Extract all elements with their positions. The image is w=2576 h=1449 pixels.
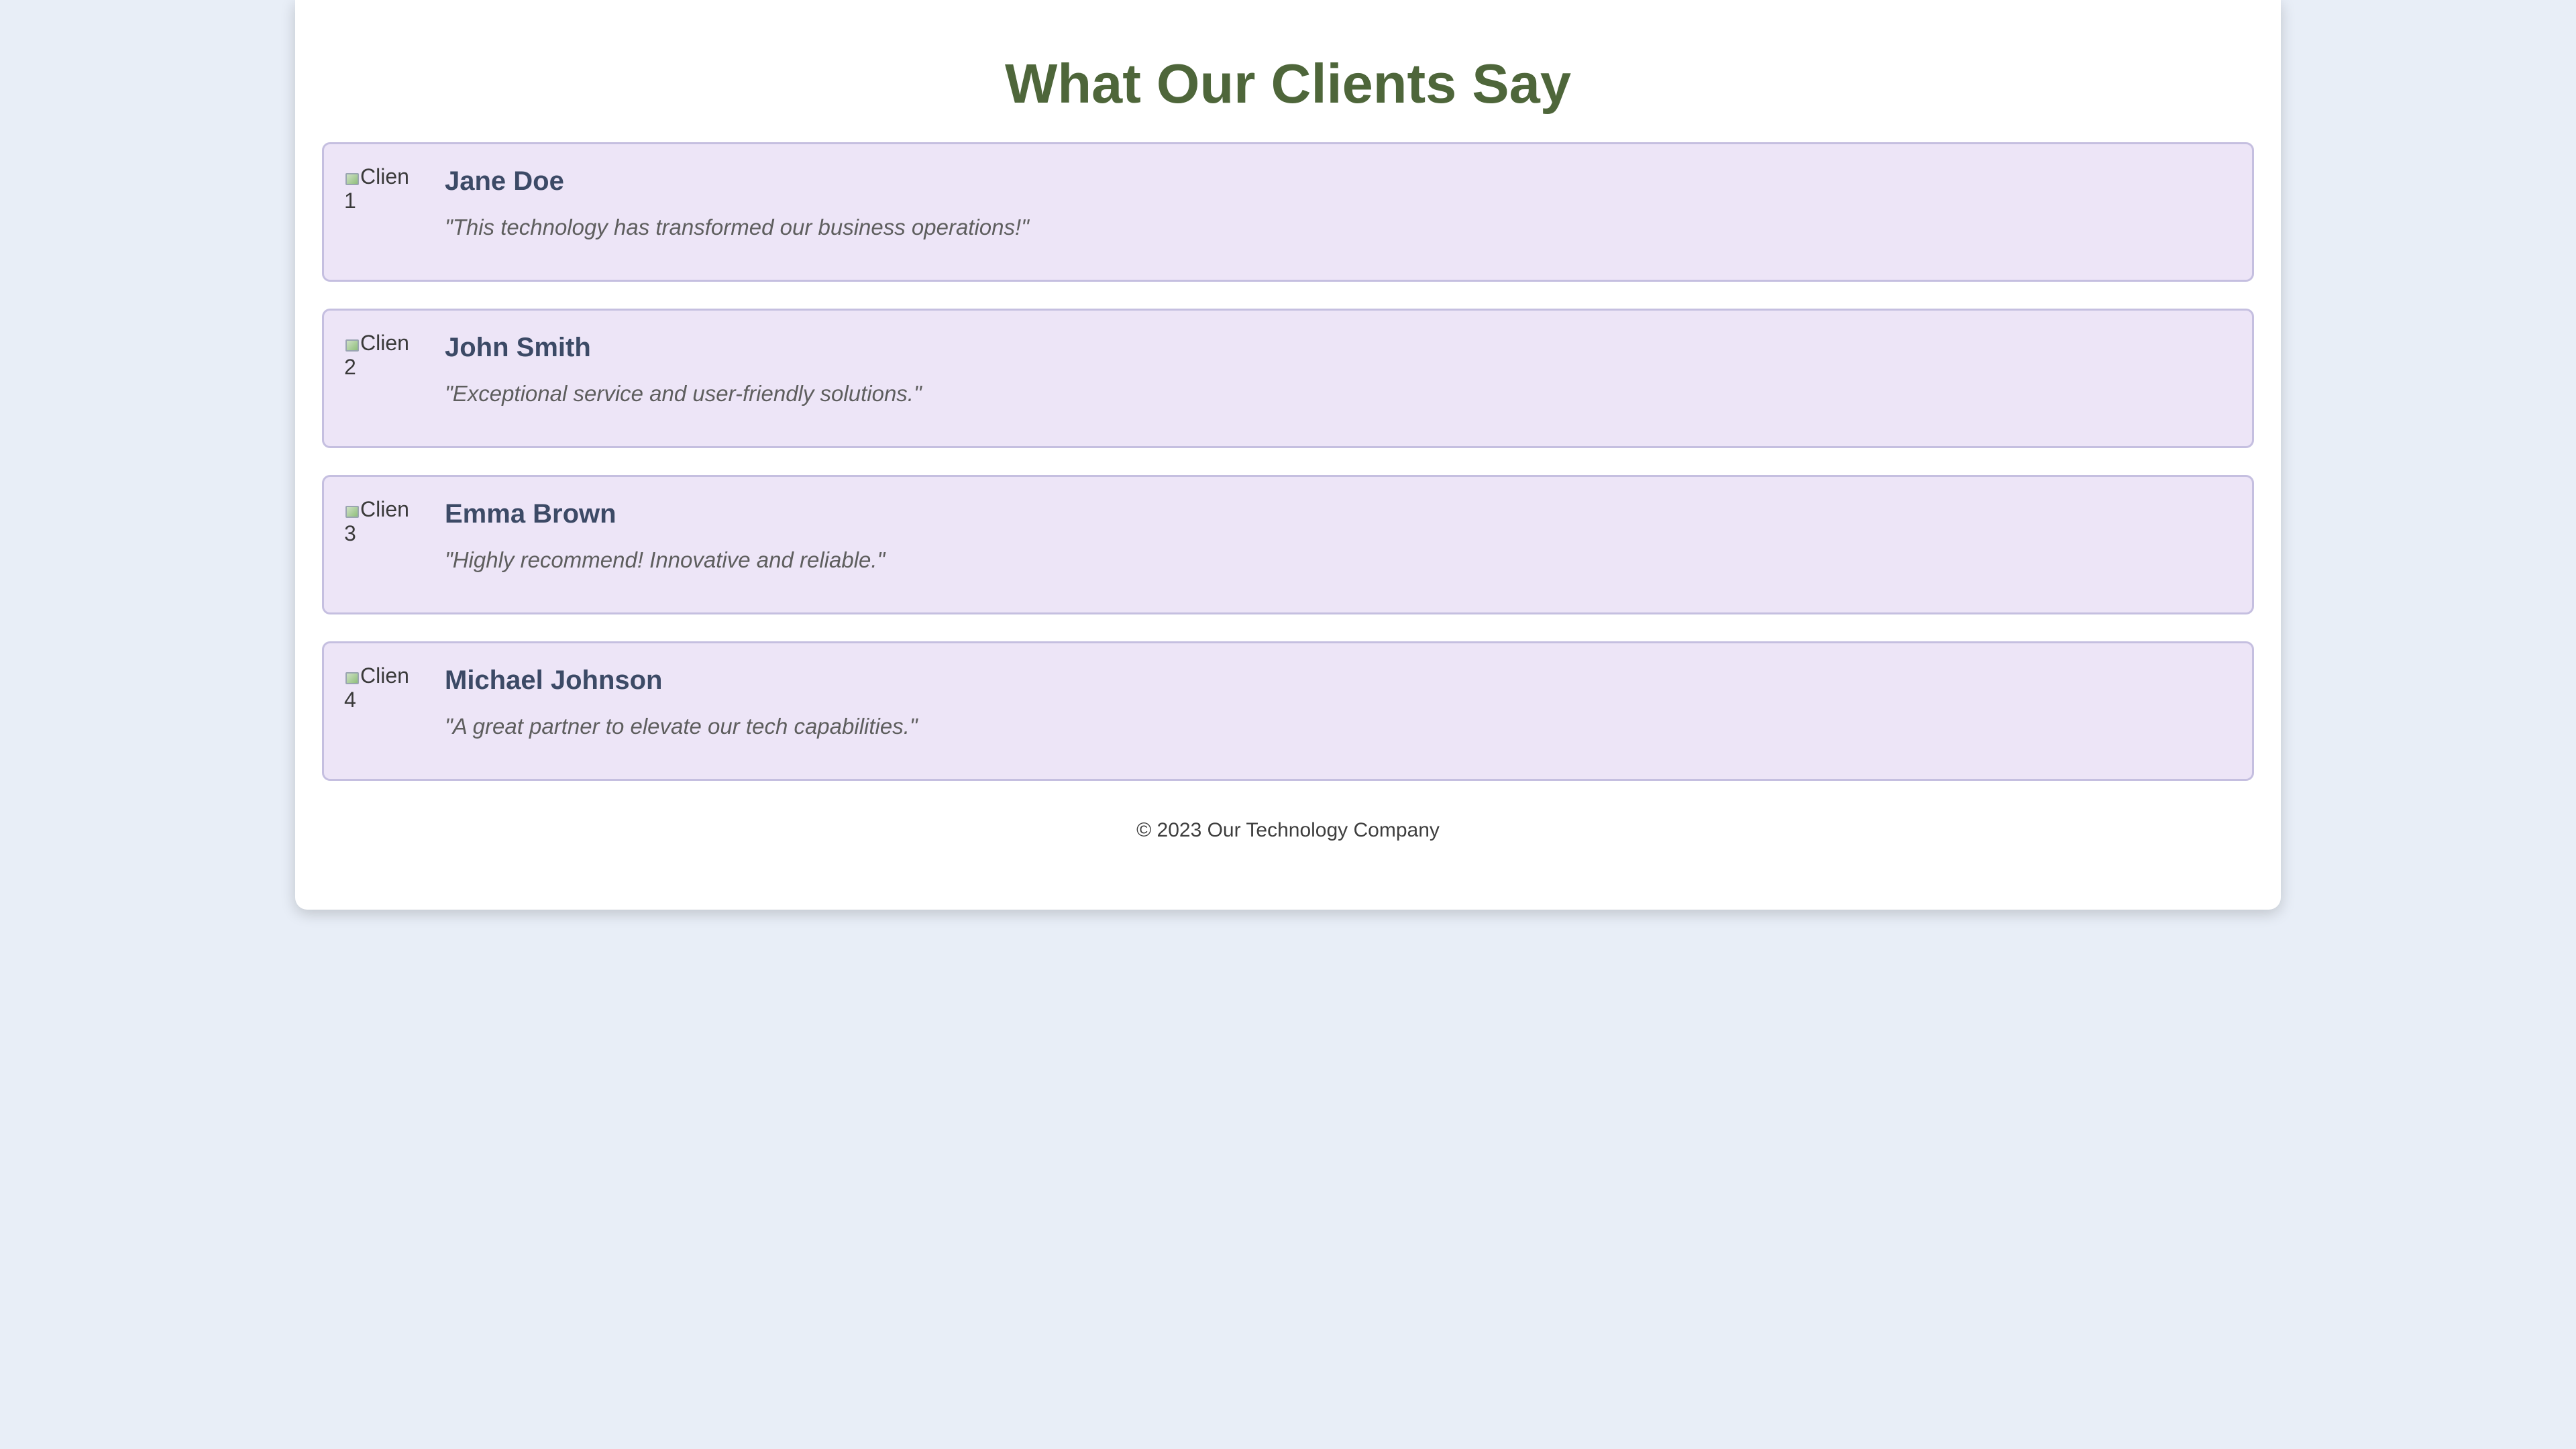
avatar-alt-number: 4 xyxy=(344,688,356,712)
client-name: Jane Doe xyxy=(445,166,564,196)
client-avatar: Clien 1 xyxy=(344,164,425,225)
avatar-alt-number: 2 xyxy=(344,355,356,379)
page-title: What Our Clients Say xyxy=(1005,52,1571,115)
client-avatar: Clien 2 xyxy=(344,331,425,391)
broken-image-icon xyxy=(344,338,359,352)
testimonial-card: Clien 3 Emma Brown "Highly recommend! In… xyxy=(322,475,2254,614)
avatar-alt-text: Clien xyxy=(360,663,409,688)
client-name: John Smith xyxy=(445,333,591,362)
testimonials-panel: What Our Clients Say Clien 1 Jane Doe "T… xyxy=(295,0,2281,910)
testimonial-list: Clien 1 Jane Doe "This technology has tr… xyxy=(322,142,2254,808)
broken-image-icon xyxy=(344,172,359,185)
client-avatar: Clien 4 xyxy=(344,663,425,724)
footer-copyright: © 2023 Our Technology Company xyxy=(1136,819,1440,841)
client-avatar: Clien 3 xyxy=(344,497,425,557)
client-quote: "Highly recommend! Innovative and reliab… xyxy=(445,547,885,572)
avatar-alt-number: 3 xyxy=(344,521,356,545)
avatar-alt-number: 1 xyxy=(344,189,356,213)
client-name: Emma Brown xyxy=(445,499,616,529)
avatar-alt-text: Clien xyxy=(360,331,409,355)
client-quote: "Exceptional service and user-friendly s… xyxy=(445,381,922,406)
client-quote: "A great partner to elevate our tech cap… xyxy=(445,714,918,739)
broken-image-icon xyxy=(344,671,359,684)
client-quote: "This technology has transformed our bus… xyxy=(445,215,1029,239)
avatar-alt-text: Clien xyxy=(360,497,409,521)
testimonial-card: Clien 2 John Smith "Exceptional service … xyxy=(322,309,2254,448)
client-name: Michael Johnson xyxy=(445,665,663,695)
avatar-alt-text: Clien xyxy=(360,164,409,189)
testimonial-card: Clien 1 Jane Doe "This technology has tr… xyxy=(322,142,2254,282)
testimonial-card: Clien 4 Michael Johnson "A great partner… xyxy=(322,641,2254,781)
broken-image-icon xyxy=(344,504,359,518)
